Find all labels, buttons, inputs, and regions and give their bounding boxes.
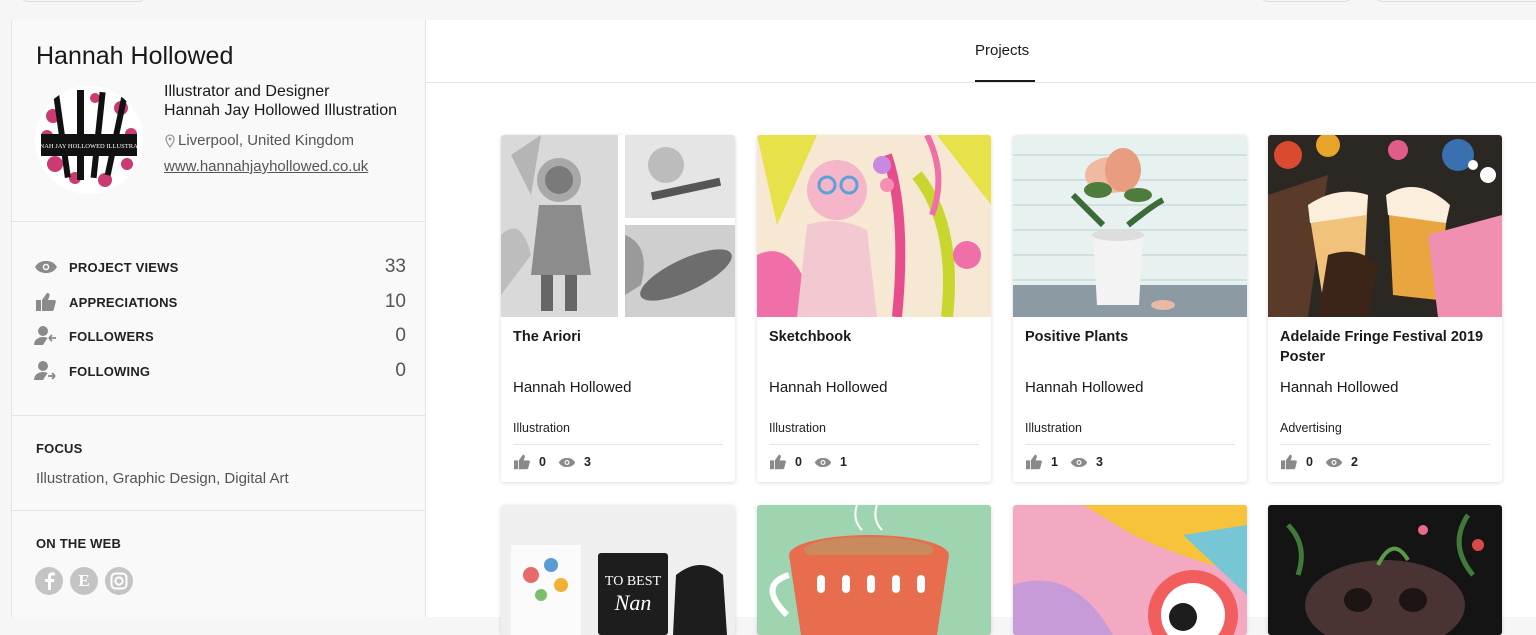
- thumbs-up-icon: [770, 454, 786, 470]
- views-count: 1: [839, 455, 847, 469]
- tab-projects[interactable]: Projects: [975, 42, 1029, 59]
- project-thumbnail[interactable]: [1013, 505, 1247, 635]
- on-the-web-title: ON THE WEB: [36, 536, 122, 551]
- appreciations-count: 0: [539, 455, 546, 469]
- stat-label: FOLLOWERS: [69, 328, 154, 344]
- svg-text:TO BEST: TO BEST: [605, 574, 662, 589]
- divider: [12, 221, 425, 222]
- project-field[interactable]: Illustration: [769, 421, 826, 435]
- project-title[interactable]: Sketchbook: [769, 327, 981, 347]
- occupation: Illustrator and Designer: [164, 83, 330, 100]
- appreciations-count: 1: [1051, 455, 1058, 469]
- project-card[interactable]: The Ariori Hannah Hollowed Illustration …: [501, 135, 735, 482]
- thumbs-up-icon: [34, 292, 58, 312]
- card-divider: [769, 444, 979, 445]
- project-title[interactable]: Positive Plants: [1025, 327, 1237, 347]
- views-count: 2: [1350, 455, 1358, 469]
- followers-icon: [34, 326, 58, 346]
- project-thumbnail[interactable]: [1268, 505, 1502, 635]
- stat-value: 10: [384, 291, 406, 312]
- main-content: Projects The Ariori Hannah Hollowed Illu…: [426, 20, 1536, 635]
- location-pin-icon: [165, 133, 175, 148]
- location-text: Liverpool, United Kingdom: [178, 132, 354, 149]
- focus-title: FOCUS: [36, 441, 83, 456]
- following-icon: [34, 361, 58, 381]
- thumbs-up-icon: [1281, 454, 1297, 470]
- appreciations-count: 0: [795, 455, 802, 469]
- project-stats: 0 3: [513, 454, 603, 470]
- thumbs-up-icon: [1026, 454, 1042, 470]
- eye-icon: [1325, 457, 1343, 467]
- project-stats: 0 1: [769, 454, 859, 470]
- stat-label: APPRECIATIONS: [69, 294, 178, 310]
- project-stats: 0 2: [1280, 454, 1370, 470]
- eye-icon: [814, 457, 832, 467]
- avatar-logo-text: HANNAH JAY HOLLOWED ILLUSTRATION: [35, 143, 143, 150]
- card-divider: [513, 444, 723, 445]
- project-card[interactable]: Sketchbook Hannah Hollowed Illustration …: [757, 135, 991, 482]
- project-field[interactable]: Illustration: [1025, 421, 1082, 435]
- stat-project-views: PROJECT VIEWS 33: [34, 255, 406, 279]
- project-owner[interactable]: Hannah Hollowed: [769, 379, 887, 396]
- project-stats: 1 3: [1025, 454, 1115, 470]
- tab-bar: Projects: [426, 20, 1536, 83]
- stat-label: PROJECT VIEWS: [69, 259, 179, 275]
- divider: [12, 510, 425, 511]
- project-field[interactable]: Illustration: [513, 421, 570, 435]
- stat-following[interactable]: FOLLOWING 0: [34, 359, 406, 383]
- facebook-icon[interactable]: [35, 567, 63, 595]
- website-link[interactable]: www.hannahjayhollowed.co.uk: [164, 158, 368, 175]
- stat-label: FOLLOWING: [69, 363, 151, 379]
- profile-name: Hannah Hollowed: [36, 42, 234, 70]
- stat-appreciations: APPRECIATIONS 10: [34, 290, 406, 314]
- appreciations-count: 0: [1306, 455, 1313, 469]
- project-thumbnail[interactable]: [757, 505, 991, 635]
- project-field[interactable]: Advertising: [1280, 421, 1342, 435]
- instagram-icon[interactable]: [105, 567, 133, 595]
- project-card[interactable]: Adelaide Fringe Festival 2019 Poster Han…: [1268, 135, 1502, 482]
- profile-sidebar: Hannah Hollowed HANNAH JAY HOLLOWED ILLU…: [11, 20, 426, 617]
- project-title[interactable]: The Ariori: [513, 327, 725, 347]
- card-divider: [1025, 444, 1235, 445]
- focus-value: Illustration, Graphic Design, Digital Ar…: [36, 470, 289, 487]
- divider: [12, 415, 425, 416]
- company: Hannah Jay Hollowed Illustration: [164, 102, 398, 119]
- top-nav-pill[interactable]: [1260, 0, 1352, 2]
- project-thumbnail[interactable]: [1013, 135, 1247, 317]
- project-card[interactable]: Positive Plants Hannah Hollowed Illustra…: [1013, 135, 1247, 482]
- eye-icon: [558, 457, 576, 467]
- project-thumbnail[interactable]: [1268, 135, 1502, 317]
- svg-text:Nan: Nan: [614, 590, 652, 615]
- location: Liverpool, United Kingdom: [164, 132, 354, 149]
- project-owner[interactable]: Hannah Hollowed: [1025, 379, 1143, 396]
- stat-value: 0: [395, 360, 406, 381]
- project-owner[interactable]: Hannah Hollowed: [513, 379, 631, 396]
- project-thumbnail[interactable]: TO BEST Nan: [501, 505, 735, 635]
- etsy-letter: E: [78, 571, 90, 590]
- etsy-icon[interactable]: E: [70, 567, 98, 595]
- eye-icon: [34, 257, 58, 277]
- avatar[interactable]: HANNAH JAY HOLLOWED ILLUSTRATION: [35, 86, 143, 194]
- top-nav-pill[interactable]: [20, 0, 146, 2]
- active-tab-indicator: [975, 80, 1035, 82]
- eye-icon: [1070, 457, 1088, 467]
- stat-followers[interactable]: FOLLOWERS 0: [34, 324, 406, 348]
- views-count: 3: [1095, 455, 1103, 469]
- card-divider: [1280, 444, 1490, 445]
- top-nav-pill[interactable]: [1375, 0, 1536, 2]
- project-thumbnail[interactable]: [501, 135, 735, 317]
- views-count: 3: [583, 455, 591, 469]
- profile-info: Illustrator and Designer Hannah Jay Holl…: [164, 82, 397, 120]
- thumbs-up-icon: [514, 454, 530, 470]
- top-bar: [0, 0, 1536, 20]
- stat-value: 33: [384, 256, 406, 277]
- project-title[interactable]: Adelaide Fringe Festival 2019 Poster: [1280, 327, 1492, 367]
- stat-value: 0: [395, 325, 406, 346]
- project-owner[interactable]: Hannah Hollowed: [1280, 379, 1398, 396]
- project-thumbnail[interactable]: [757, 135, 991, 317]
